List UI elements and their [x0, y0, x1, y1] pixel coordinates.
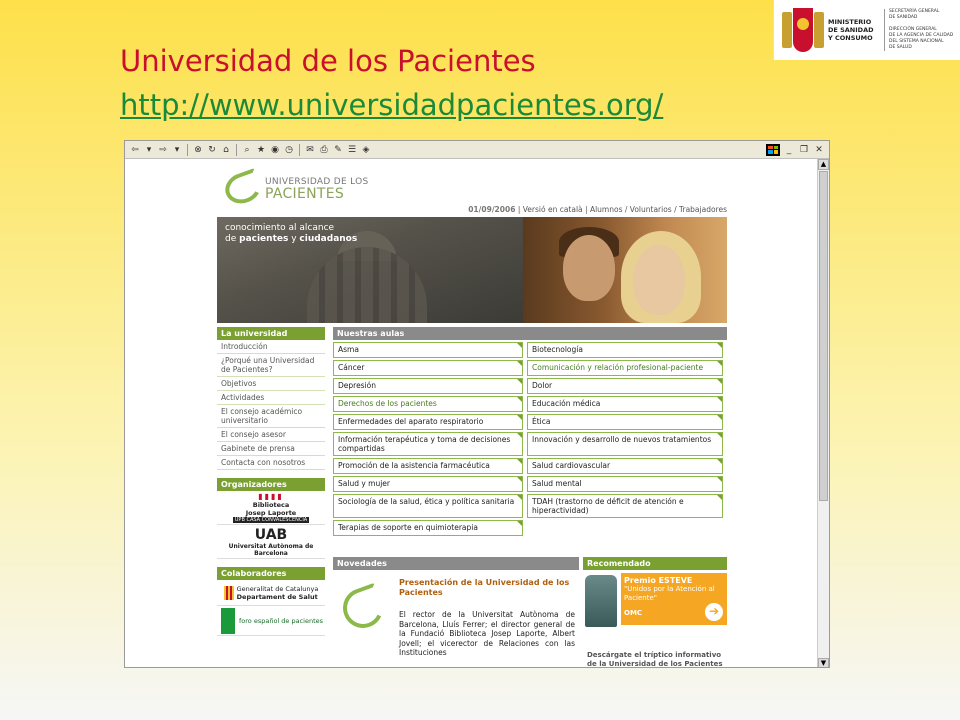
aula-respiratorio[interactable]: Enfermedades del aparato respiratorio [333, 414, 523, 430]
sidebar-item-gabinete[interactable]: Gabinete de prensa [217, 442, 325, 456]
stop-icon[interactable]: ⊗ [192, 144, 204, 156]
aula-biotecnologia[interactable]: Biotecnología [527, 342, 723, 358]
premio-label: Premio ESTEVE [624, 576, 693, 585]
left-sidebar: La universidad Introducción ¿Porqué una … [217, 327, 325, 636]
scroll-down-icon[interactable]: ▼ [818, 658, 829, 667]
search-icon[interactable]: ⌕ [241, 144, 253, 156]
back-icon[interactable]: ⇦ [129, 144, 141, 156]
recomendado-section: Recomendado Premio ESTEVE "Unidos por la… [583, 557, 727, 667]
r-logo-icon [337, 582, 389, 634]
novedades-section: Novedades Presentación de la Universidad… [333, 557, 579, 667]
sidebar-item-porque[interactable]: ¿Porqué una Universidad de Pacientes? [217, 354, 325, 377]
sidebar-item-actividades[interactable]: Actividades [217, 391, 325, 405]
messenger-icon[interactable]: ◈ [360, 144, 372, 156]
aula-asma[interactable]: Asma [333, 342, 523, 358]
vertical-scrollbar[interactable]: ▲ ▼ [817, 159, 829, 667]
statue-icon [585, 575, 617, 627]
scroll-up-icon[interactable]: ▲ [818, 159, 829, 170]
premio-slogan: "Unidos por la Atención al Paciente" [624, 585, 715, 602]
hero-tagline: conocimiento al alcance de pacientes y c… [225, 223, 358, 244]
recomendado-header: Recomendado [583, 557, 727, 570]
uab-logo[interactable]: UAB Universitat Autònoma de Barcelona [217, 525, 325, 559]
restore-icon[interactable]: ❐ [798, 144, 810, 156]
aula-salud-mental[interactable]: Salud mental [527, 476, 723, 492]
web-page-viewport: UNIVERSIDAD DE LOS PACIENTES 01/09/2006 … [125, 159, 819, 667]
top-links-bar: 01/09/2006 | Versió en català | Alumnos … [468, 205, 727, 214]
favorites-icon[interactable]: ★ [255, 144, 267, 156]
generalitat-logo[interactable]: Generalitat de Catalunya Departament de … [217, 580, 325, 606]
media-icon[interactable]: ◉ [269, 144, 281, 156]
people-photo [523, 217, 727, 323]
novedades-title-link[interactable]: Presentación de la Universidad de los Pa… [399, 578, 575, 598]
aula-comunicacion[interactable]: Comunicación y relación profesional-paci… [527, 360, 723, 376]
audience-links[interactable]: Alumnos / Voluntarios / Trabajadores [590, 205, 727, 214]
browser-toolbar: ⇦ ▾ ⇨ ▾ ⊗ ↻ ⌂ ⌕ ★ ◉ ◷ ✉ ⎙ ✎ ☰ ◈ _ ❐ ✕ [125, 141, 829, 159]
aula-derechos[interactable]: Derechos de los pacientes [333, 396, 523, 412]
history-icon[interactable]: ◷ [283, 144, 295, 156]
logo-line2: PACIENTES [265, 186, 345, 202]
dropdown-icon[interactable]: ▾ [143, 144, 155, 156]
slide-url-link[interactable]: http://www.universidadpacientes.org/ [120, 88, 663, 122]
aula-farmaceutica[interactable]: Promoción de la asistencia farmacéutica [333, 458, 523, 474]
home-icon[interactable]: ⌂ [220, 144, 232, 156]
novedades-header: Novedades [333, 557, 579, 570]
ministry-departments: SECRETARÍA GENERAL DE SANIDAD DIRECCIÓN … [884, 9, 954, 51]
browser-window: ⇦ ▾ ⇨ ▾ ⊗ ↻ ⌂ ⌕ ★ ◉ ◷ ✉ ⎙ ✎ ☰ ◈ _ ❐ ✕ UN… [124, 140, 830, 668]
site-logo[interactable]: UNIVERSIDAD DE LOS PACIENTES [220, 167, 369, 209]
aula-informacion-terapeutica[interactable]: Información terapéutica y toma de decisi… [333, 432, 523, 456]
sidebar-header-colaboradores: Colaboradores [217, 567, 325, 580]
aula-depresion[interactable]: Depresión [333, 378, 523, 394]
aula-sociologia[interactable]: Sociología de la salud, ética y política… [333, 494, 523, 518]
dropdown-icon[interactable]: ▾ [171, 144, 183, 156]
arrow-right-icon[interactable]: ➔ [705, 603, 723, 621]
sidebar-item-consejo-asesor[interactable]: El consejo asesor [217, 428, 325, 442]
aula-educacion-medica[interactable]: Educación médica [527, 396, 723, 412]
building-photo: conocimiento al alcance de pacientes y c… [217, 217, 523, 323]
ministry-name: MINISTERIO DE SANIDAD Y CONSUMO [828, 18, 874, 42]
sidebar-item-objetivos[interactable]: Objetivos [217, 377, 325, 391]
refresh-icon[interactable]: ↻ [206, 144, 218, 156]
ministry-logo: MINISTERIO DE SANIDAD Y CONSUMO SECRETAR… [773, 0, 960, 60]
hero-banner: conocimiento al alcance de pacientes y c… [217, 217, 727, 323]
foro-pacientes-logo[interactable]: foro español de pacientes [217, 606, 325, 636]
aula-tdah[interactable]: TDAH (trastorno de déficit de atención e… [527, 494, 723, 518]
aula-quimioterapia[interactable]: Terapias de soporte en quimioterapia [333, 520, 523, 536]
sidebar-header-universidad: La universidad [217, 327, 325, 340]
edit-icon[interactable]: ✎ [332, 144, 344, 156]
sidebar-item-consejo-academico[interactable]: El consejo académico universitario [217, 405, 325, 428]
aula-etica[interactable]: Ética [527, 414, 723, 430]
aulas-header: Nuestras aulas [333, 327, 727, 340]
aula-innovacion[interactable]: Innovación y desarrollo de nuevos tratam… [527, 432, 723, 456]
aulas-section: Nuestras aulas Asma Biotecnología Cáncer… [333, 327, 727, 538]
aula-cardiovascular[interactable]: Salud cardiovascular [527, 458, 723, 474]
premio-esteve-banner[interactable]: Premio ESTEVE "Unidos por la Atención al… [583, 573, 727, 629]
windows-logo-icon [766, 143, 780, 156]
triptico-download-link[interactable]: Descárgate el tríptico informativo de la… [587, 651, 727, 667]
biblioteca-laporte-logo[interactable]: ▮▮▮▮ Biblioteca Josep Laporte UPB CASA C… [217, 491, 325, 525]
forward-icon[interactable]: ⇨ [157, 144, 169, 156]
catalan-link[interactable]: Versió en català [523, 205, 583, 214]
close-icon[interactable]: ✕ [813, 144, 825, 156]
scroll-thumb[interactable] [819, 171, 828, 501]
print-icon[interactable]: ⎙ [318, 144, 330, 156]
sidebar-header-organizadores: Organizadores [217, 478, 325, 491]
minimize-icon[interactable]: _ [783, 144, 795, 156]
sidebar-item-contacta[interactable]: Contacta con nosotros [217, 456, 325, 470]
aula-cancer[interactable]: Cáncer [333, 360, 523, 376]
r-logo-icon [220, 167, 266, 209]
coat-of-arms-icon [782, 8, 824, 52]
mail-icon[interactable]: ✉ [304, 144, 316, 156]
novedades-text: El rector de la Universitat Autònoma de … [399, 610, 575, 657]
sidebar-item-introduccion[interactable]: Introducción [217, 340, 325, 354]
discuss-icon[interactable]: ☰ [346, 144, 358, 156]
aula-dolor[interactable]: Dolor [527, 378, 723, 394]
slide-title: Universidad de los Pacientes [120, 44, 536, 78]
date-label: 01/09/2006 [468, 205, 516, 214]
aula-salud-mujer[interactable]: Salud y mujer [333, 476, 523, 492]
